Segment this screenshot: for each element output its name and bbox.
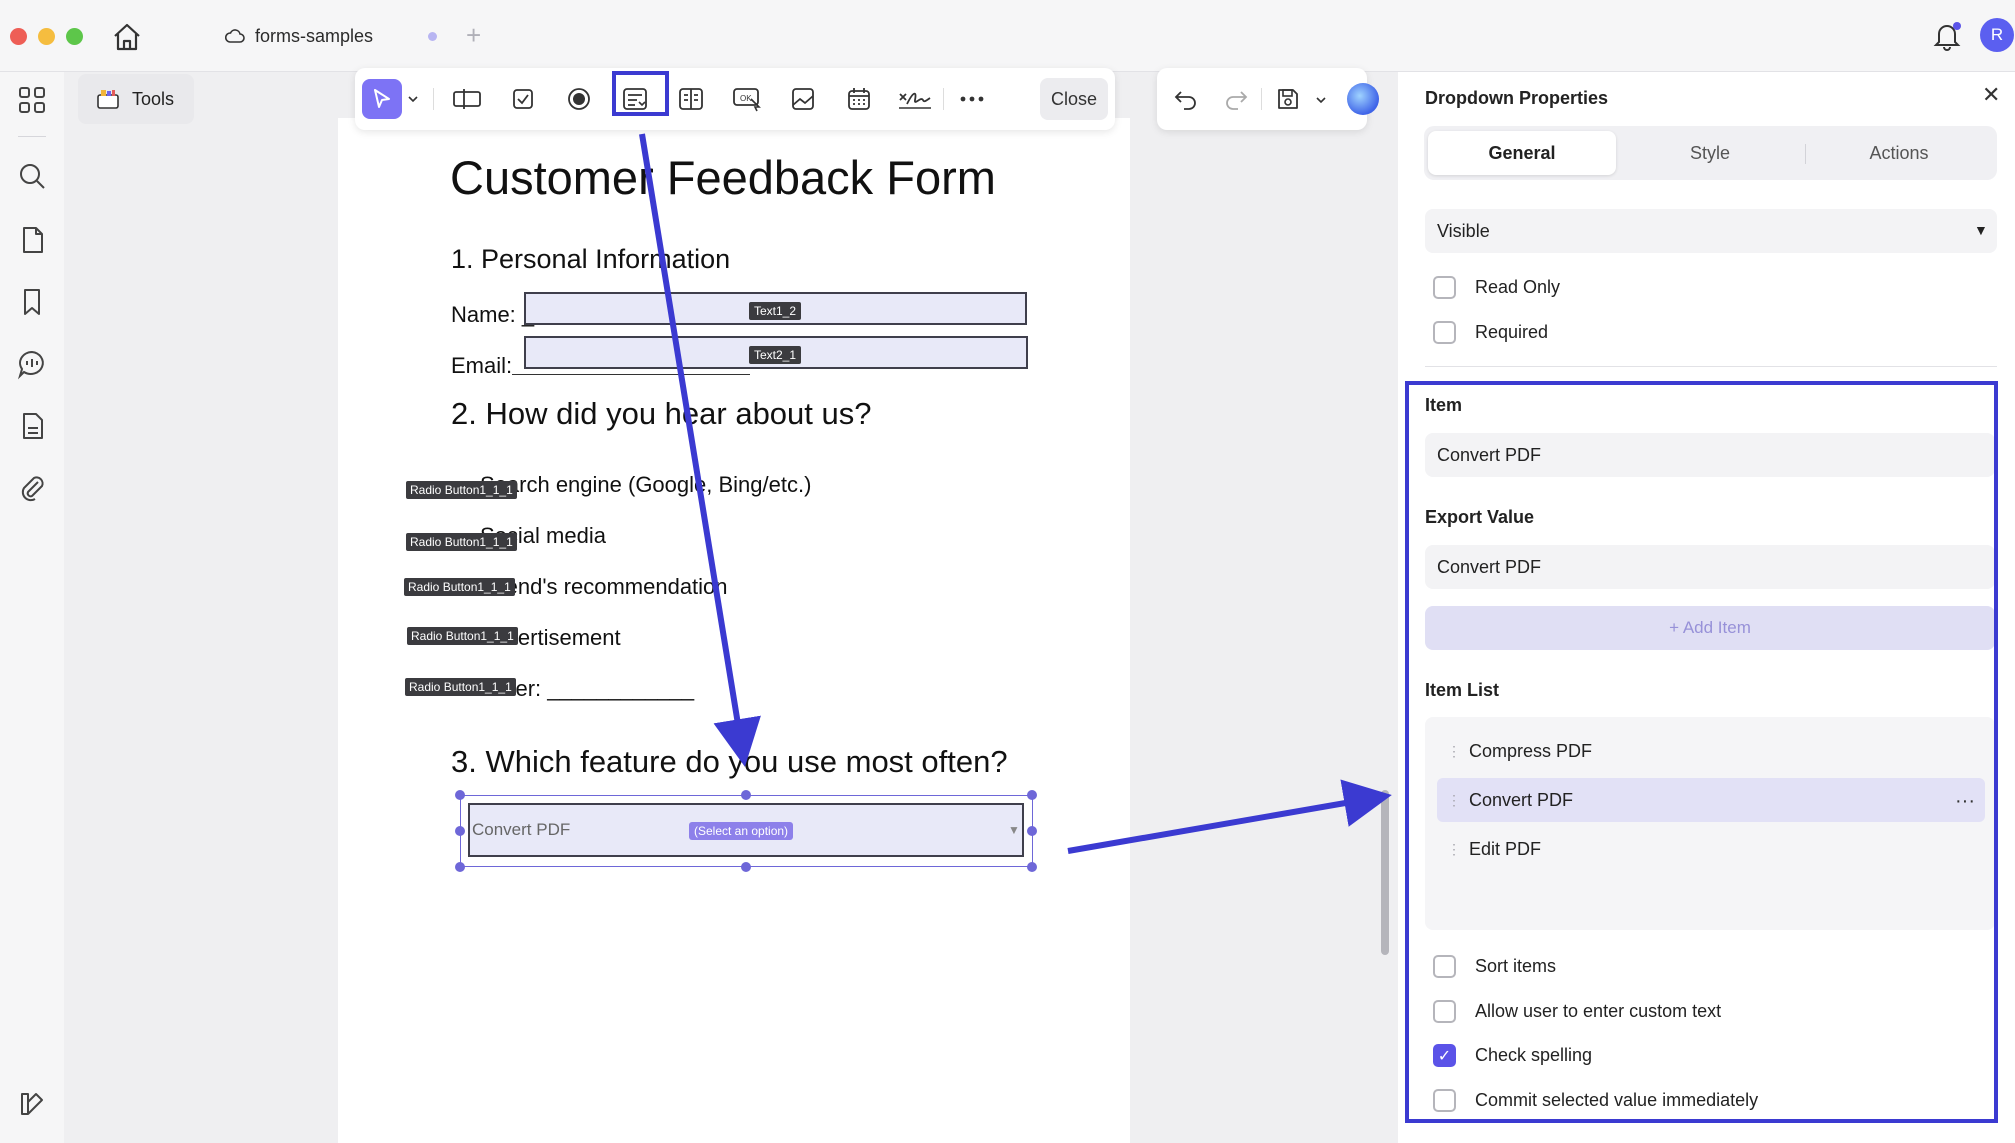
arrow-field-to-panel	[1067, 779, 1392, 854]
app-window: forms-samples + R Tools OK Close Custome…	[0, 0, 2015, 1143]
arrow-tool-to-field	[639, 133, 761, 767]
annotation-arrows	[639, 133, 1392, 854]
